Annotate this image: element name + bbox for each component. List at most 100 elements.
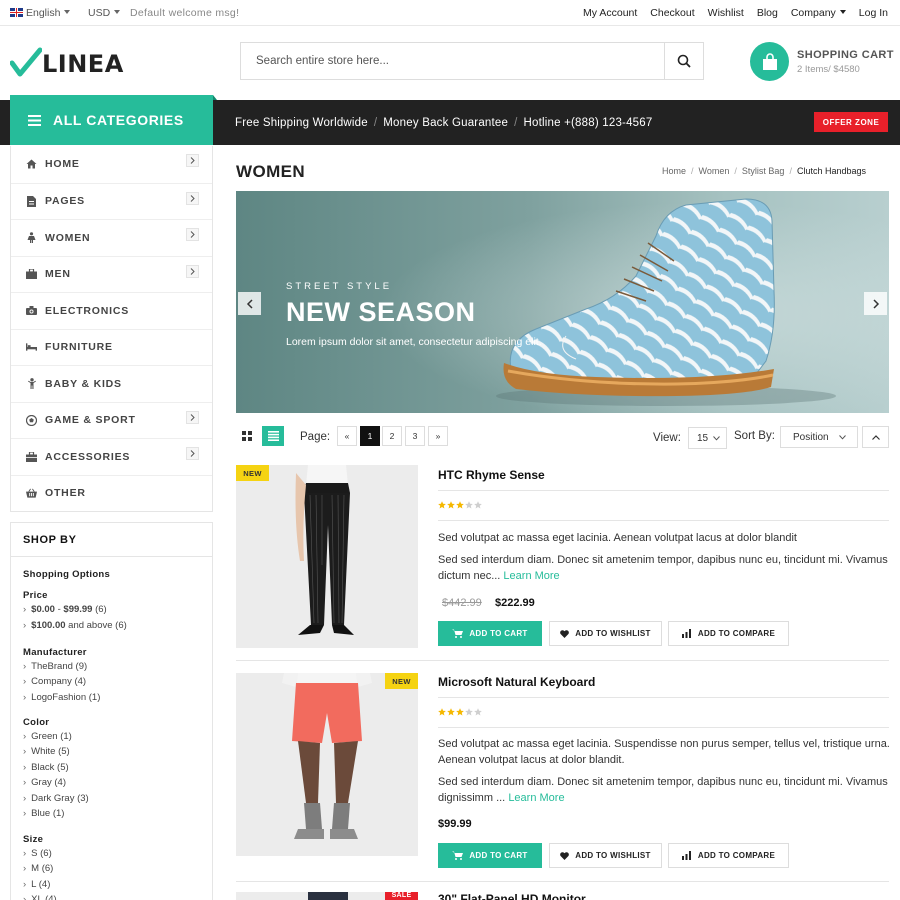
shop-by-title: SHOP BY bbox=[23, 534, 77, 546]
cart-icon bbox=[452, 851, 464, 860]
size-option[interactable]: › S (6) bbox=[23, 848, 52, 859]
logo[interactable]: LINEA bbox=[10, 46, 123, 80]
chevron-right-icon: › bbox=[23, 894, 27, 900]
category-item-game-sport[interactable]: GAME & SPORT bbox=[11, 401, 212, 439]
category-item-men[interactable]: MEN bbox=[11, 255, 212, 293]
price-rest: and above bbox=[65, 620, 113, 631]
manufacturer-option[interactable]: › TheBrand (9) bbox=[23, 661, 87, 672]
price-option[interactable]: › $0.00 - $99.99 (6) bbox=[23, 604, 107, 615]
breadcrumb-women[interactable]: Women bbox=[699, 166, 730, 176]
currency-label: USD bbox=[88, 7, 111, 19]
color-option[interactable]: › Blue (1) bbox=[23, 808, 64, 819]
color-option[interactable]: › Gray (4) bbox=[23, 777, 66, 788]
add-to-wishlist-button[interactable]: ADD TO WISHLIST bbox=[549, 621, 662, 646]
category-item-furniture[interactable]: FURNITURE bbox=[11, 328, 212, 366]
add-to-compare-button[interactable]: ADD TO COMPARE bbox=[668, 843, 789, 868]
chevron-right-icon[interactable] bbox=[186, 154, 199, 167]
add-to-compare-button[interactable]: ADD TO COMPARE bbox=[668, 621, 789, 646]
category-item-electronics[interactable]: ELECTRONICS bbox=[11, 292, 212, 329]
learn-more-link[interactable]: Learn More bbox=[503, 570, 559, 582]
chevron-right-icon[interactable] bbox=[186, 228, 199, 241]
manufacturer-option-label: Company (4) bbox=[31, 676, 87, 688]
category-item-other[interactable]: OTHER bbox=[11, 474, 212, 512]
banner-text: Lorem ipsum dolor sit amet, consectetur … bbox=[286, 336, 542, 348]
offer-zone-button[interactable]: OFFER ZONE bbox=[814, 112, 888, 132]
color-option[interactable]: › Dark Gray (3) bbox=[23, 793, 89, 804]
page-next-button[interactable]: » bbox=[428, 426, 448, 446]
breadcrumb-stylist-bag[interactable]: Stylist Bag bbox=[742, 166, 785, 176]
category-label: BABY & KIDS bbox=[45, 377, 122, 390]
view-select[interactable]: 15 bbox=[688, 427, 727, 449]
learn-more-link[interactable]: Learn More bbox=[508, 792, 564, 804]
add-to-cart-button[interactable]: ADD TO CART bbox=[438, 843, 542, 868]
color-option[interactable]: › Black (5) bbox=[23, 762, 69, 773]
link-my-account[interactable]: My Account bbox=[583, 7, 637, 19]
price-option[interactable]: › $100.00 and above (6) bbox=[23, 620, 127, 631]
language-selector[interactable]: English bbox=[10, 7, 71, 19]
manufacturer-option[interactable]: › LogoFashion (1) bbox=[23, 692, 100, 703]
add-to-compare-label: ADD TO COMPARE bbox=[697, 851, 776, 860]
chevron-right-icon[interactable] bbox=[186, 447, 199, 460]
currency-selector[interactable]: USD bbox=[88, 7, 121, 19]
link-log-in[interactable]: Log In bbox=[859, 7, 888, 19]
top-bar: English USD Default welcome msg! My Acco… bbox=[0, 0, 900, 26]
product-name[interactable]: Microsoft Natural Keyboard bbox=[438, 675, 595, 689]
cart-title[interactable]: SHOPPING CART bbox=[797, 49, 894, 61]
chevron-right-icon[interactable] bbox=[186, 264, 199, 278]
product-name[interactable]: HTC Rhyme Sense bbox=[438, 468, 545, 482]
add-to-cart-button[interactable]: ADD TO CART bbox=[438, 621, 542, 646]
page-button-1[interactable]: 1 bbox=[360, 426, 380, 446]
color-option[interactable]: › White (5) bbox=[23, 746, 70, 757]
all-categories-button[interactable]: ALL CATEGORIES bbox=[10, 95, 213, 145]
size-option[interactable]: › L (4) bbox=[23, 879, 50, 890]
add-to-wishlist-button[interactable]: ADD TO WISHLIST bbox=[549, 843, 662, 868]
cart-button[interactable] bbox=[750, 42, 789, 81]
page-prev-button[interactable]: « bbox=[337, 426, 357, 446]
old-price: $442.99 bbox=[442, 597, 482, 609]
size-option[interactable]: › XL (4) bbox=[23, 894, 57, 900]
chevron-right-icon[interactable] bbox=[186, 191, 199, 205]
hero-banner[interactable]: STREET STYLE NEW SEASON Lorem ipsum dolo… bbox=[236, 191, 889, 413]
category-item-pages[interactable]: PAGES bbox=[11, 182, 212, 220]
color-option[interactable]: › Green (1) bbox=[23, 731, 72, 742]
page-button-2[interactable]: 2 bbox=[382, 426, 402, 446]
page-button-3[interactable]: 3 bbox=[405, 426, 425, 446]
chevron-right-icon[interactable] bbox=[186, 410, 199, 424]
desc-text: Sed sed interdum diam. Donec sit ameteni… bbox=[438, 776, 888, 804]
add-to-cart-label: ADD TO CART bbox=[469, 629, 528, 638]
sort-select[interactable]: Position bbox=[780, 426, 858, 448]
banner-next-button[interactable] bbox=[864, 292, 887, 315]
category-label: GAME & SPORT bbox=[45, 414, 136, 427]
heart-icon bbox=[560, 629, 570, 638]
category-label: HOME bbox=[45, 158, 80, 171]
category-item-women[interactable]: WOMEN bbox=[11, 219, 212, 256]
category-item-baby-kids[interactable]: BABY & KIDS bbox=[11, 365, 212, 402]
chevron-right-icon: › bbox=[23, 777, 27, 789]
manufacturer-option[interactable]: › Company (4) bbox=[23, 676, 86, 687]
caret-down-icon bbox=[64, 10, 71, 14]
chevron-right-icon: › bbox=[23, 761, 27, 773]
product-image[interactable] bbox=[236, 465, 418, 648]
link-wishlist[interactable]: Wishlist bbox=[708, 7, 744, 19]
size-option-label: XL (4) bbox=[31, 894, 57, 900]
product-image[interactable] bbox=[236, 673, 418, 856]
banner-prev-button[interactable] bbox=[238, 292, 261, 315]
search-button[interactable] bbox=[664, 43, 703, 79]
top-links: My Account Checkout Wishlist Blog Compan… bbox=[583, 7, 888, 19]
product-name[interactable]: 30" Flat-Panel HD Monitor bbox=[438, 892, 738, 900]
size-option[interactable]: › M (6) bbox=[23, 863, 53, 874]
logo-text: LINEA bbox=[42, 50, 124, 78]
category-item-accessories[interactable]: ACCESSORIES bbox=[11, 438, 212, 475]
list-view-button[interactable] bbox=[262, 426, 284, 446]
category-item-home[interactable]: HOME bbox=[11, 146, 212, 183]
link-checkout[interactable]: Checkout bbox=[650, 7, 694, 19]
file-icon bbox=[26, 195, 37, 207]
search-input[interactable] bbox=[241, 43, 665, 79]
color-option-label: Blue (1) bbox=[31, 808, 65, 819]
link-company[interactable]: Company bbox=[791, 7, 846, 19]
link-blog[interactable]: Blog bbox=[757, 7, 778, 19]
add-to-wishlist-label: ADD TO WISHLIST bbox=[575, 629, 651, 638]
sort-direction-button[interactable] bbox=[862, 426, 889, 448]
grid-view-button[interactable] bbox=[236, 426, 258, 446]
breadcrumb-home[interactable]: Home bbox=[662, 166, 686, 176]
